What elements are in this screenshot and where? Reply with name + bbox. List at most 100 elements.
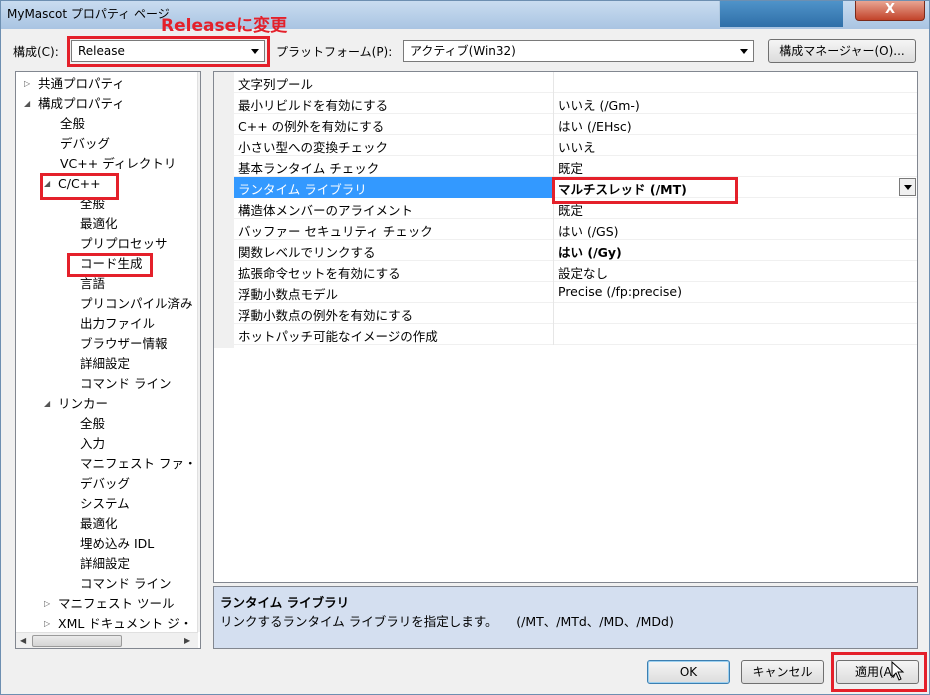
column-divider [553, 303, 554, 324]
tree-vertical-scrollbar[interactable]: ▲ ≡ ▼ [197, 72, 201, 632]
tree-item-label: コマンド ライン [80, 376, 172, 391]
collapsed-triangle-icon[interactable]: ▷ [44, 615, 50, 633]
property-grid[interactable]: 文字列プール最小リビルドを有効にする いいえ (/Gm-) C++ の例外を有効にす… [213, 71, 918, 583]
tree-item[interactable]: 全般 [80, 415, 105, 433]
property-row[interactable]: 基本ランタイム チェック 既定 [234, 156, 917, 177]
tree-item-label: 最適化 [80, 516, 118, 531]
property-name: 関数レベルでリンクする [238, 245, 376, 260]
tree-item[interactable]: デバッグ [80, 475, 130, 493]
annotation-box-config [67, 36, 270, 67]
property-name: 浮動小数点の例外を有効にする [238, 308, 414, 323]
chevron-down-icon [740, 49, 748, 54]
property-row[interactable]: 文字列プール [234, 72, 917, 93]
property-name: 拡張命令セットを有効にする [238, 266, 401, 281]
tree-item-label: プリコンパイル済み [80, 296, 193, 311]
tree-item-label: 全般 [60, 116, 86, 131]
value-dropdown-button[interactable] [899, 178, 916, 196]
tree-item[interactable]: コマンド ライン [80, 375, 171, 393]
property-name: 小さい型への変換チェック [238, 140, 389, 155]
property-value[interactable]: はい (/EHsc) [558, 116, 632, 135]
tree-item-label: 詳細設定 [80, 556, 131, 571]
tree-item[interactable]: ブラウザー情報 [80, 335, 168, 353]
tree-item[interactable]: マニフェスト ファ・ [80, 455, 196, 473]
tree-item[interactable]: 詳細設定 [80, 355, 130, 373]
scroll-left-icon[interactable]: ◀ [20, 636, 26, 645]
tree-item[interactable]: システム [80, 495, 130, 513]
property-value[interactable]: はい (/GS) [558, 221, 619, 240]
platform-value: アクティブ(Win32) [410, 44, 516, 58]
tree-item[interactable]: コマンド ライン [80, 575, 171, 593]
tree-item[interactable]: 言語 [80, 275, 105, 293]
property-row[interactable]: C++ の例外を有効にする はい (/EHsc) [234, 114, 917, 135]
annotation-box-cpp [40, 173, 119, 200]
property-row[interactable]: 関数レベルでリンクする はい (/Gy) [234, 240, 917, 261]
platform-combo[interactable]: アクティブ(Win32) [403, 40, 754, 62]
config-label: 構成(C): [13, 45, 59, 59]
column-divider [553, 114, 554, 135]
tree-item[interactable]: ▷ XML ドキュメント ジ・ [44, 615, 193, 633]
tree-item[interactable]: プリプロセッサ [80, 235, 168, 253]
tree-item-label: リンカー [58, 396, 109, 411]
tree-item[interactable]: 詳細設定 [80, 555, 130, 573]
description-title: ランタイム ライブラリ [220, 595, 350, 610]
tree-item[interactable]: 全般 [60, 115, 85, 133]
property-pages-window: MyMascot プロパティ ページ X Releaseに変更 構成(C): R… [0, 0, 930, 695]
tree-item[interactable]: ▷ マニフェスト ツール [44, 595, 175, 613]
property-row[interactable]: バッファー セキュリティ チェック はい (/GS) [234, 219, 917, 240]
property-row[interactable]: 拡張命令セットを有効にする 設定なし [234, 261, 917, 282]
tree-item-label: 埋め込み IDL [80, 536, 155, 551]
property-row[interactable]: 小さい型への変換チェック いいえ [234, 135, 917, 156]
close-button[interactable]: X [855, 1, 925, 21]
expanded-triangle-icon[interactable]: ◢ [24, 95, 30, 113]
tree-item-label: 入力 [80, 436, 106, 451]
window-title: MyMascot プロパティ ページ [7, 7, 170, 21]
chevron-down-icon [904, 185, 912, 190]
config-manager-button[interactable]: 構成マネージャー(O)... [768, 39, 916, 63]
property-value[interactable]: 既定 [558, 158, 583, 177]
property-value[interactable]: いいえ (/Gm-) [558, 95, 640, 114]
background-window-fragment [719, 1, 843, 27]
ok-button[interactable]: OK [647, 660, 730, 684]
cancel-button[interactable]: キャンセル [741, 660, 824, 684]
tree-item[interactable]: 入力 [80, 435, 105, 453]
property-row[interactable]: 浮動小数点の例外を有効にする [234, 303, 917, 324]
tree-item[interactable]: 最適化 [80, 515, 118, 533]
category-tree[interactable]: ▷ 共通プロパティ ◢ 構成プロパティ 全般 デバッグ VC++ ディレクトリ ◢ C/C++ 全… [15, 71, 201, 649]
property-value[interactable]: Precise (/fp:precise) [558, 284, 682, 299]
property-value[interactable]: 設定なし [558, 263, 608, 282]
tree-item[interactable]: 最適化 [80, 215, 118, 233]
tree-item-label: XML ドキュメント ジ・ [58, 616, 193, 631]
tree-item[interactable]: ▷ 共通プロパティ [24, 75, 125, 93]
tree-item-label: マニフェスト ファ・ [80, 456, 197, 471]
tree-item[interactable]: 出力ファイル [80, 315, 155, 333]
column-divider [553, 93, 554, 114]
expanded-triangle-icon[interactable]: ◢ [44, 395, 50, 413]
tree-item-label: マニフェスト ツール [58, 596, 175, 611]
collapsed-triangle-icon[interactable]: ▷ [44, 595, 50, 613]
property-row[interactable]: 最小リビルドを有効にする いいえ (/Gm-) [234, 93, 917, 114]
tree-item[interactable]: プリコンパイル済み [80, 295, 193, 313]
property-value[interactable]: はい (/Gy) [558, 242, 622, 261]
tree-item[interactable]: デバッグ [60, 135, 110, 153]
property-row[interactable]: ホットパッチ可能なイメージの作成 [234, 324, 917, 345]
annotation-box-apply [831, 652, 927, 692]
scroll-right-icon[interactable]: ▶ [184, 636, 190, 645]
tree-hscroll-thumb[interactable] [32, 635, 122, 647]
annotation-box-runtime-value [552, 177, 738, 204]
property-row[interactable]: 浮動小数点モデル Precise (/fp:precise) [234, 282, 917, 303]
tree-item-label: デバッグ [60, 136, 111, 151]
column-divider [553, 240, 554, 261]
tree-scroll-thumb[interactable] [200, 90, 201, 550]
tree-item[interactable]: ◢ リンカー [44, 395, 109, 413]
tree-item[interactable]: VC++ ディレクトリ [60, 155, 176, 173]
property-value[interactable]: いいえ [558, 137, 596, 156]
collapsed-triangle-icon[interactable]: ▷ [24, 75, 30, 93]
title-bar[interactable]: MyMascot プロパティ ページ X [1, 1, 929, 29]
tree-horizontal-scrollbar[interactable]: ◀ ▶ [16, 632, 198, 648]
property-name: 浮動小数点モデル [238, 287, 339, 302]
tree-item[interactable]: ◢ 構成プロパティ [24, 95, 125, 113]
property-name: 最小リビルドを有効にする [238, 98, 389, 113]
tree-item[interactable]: 埋め込み IDL [80, 535, 154, 553]
tree-item-label: 最適化 [80, 216, 118, 231]
annotation-box-codegen [67, 253, 153, 277]
